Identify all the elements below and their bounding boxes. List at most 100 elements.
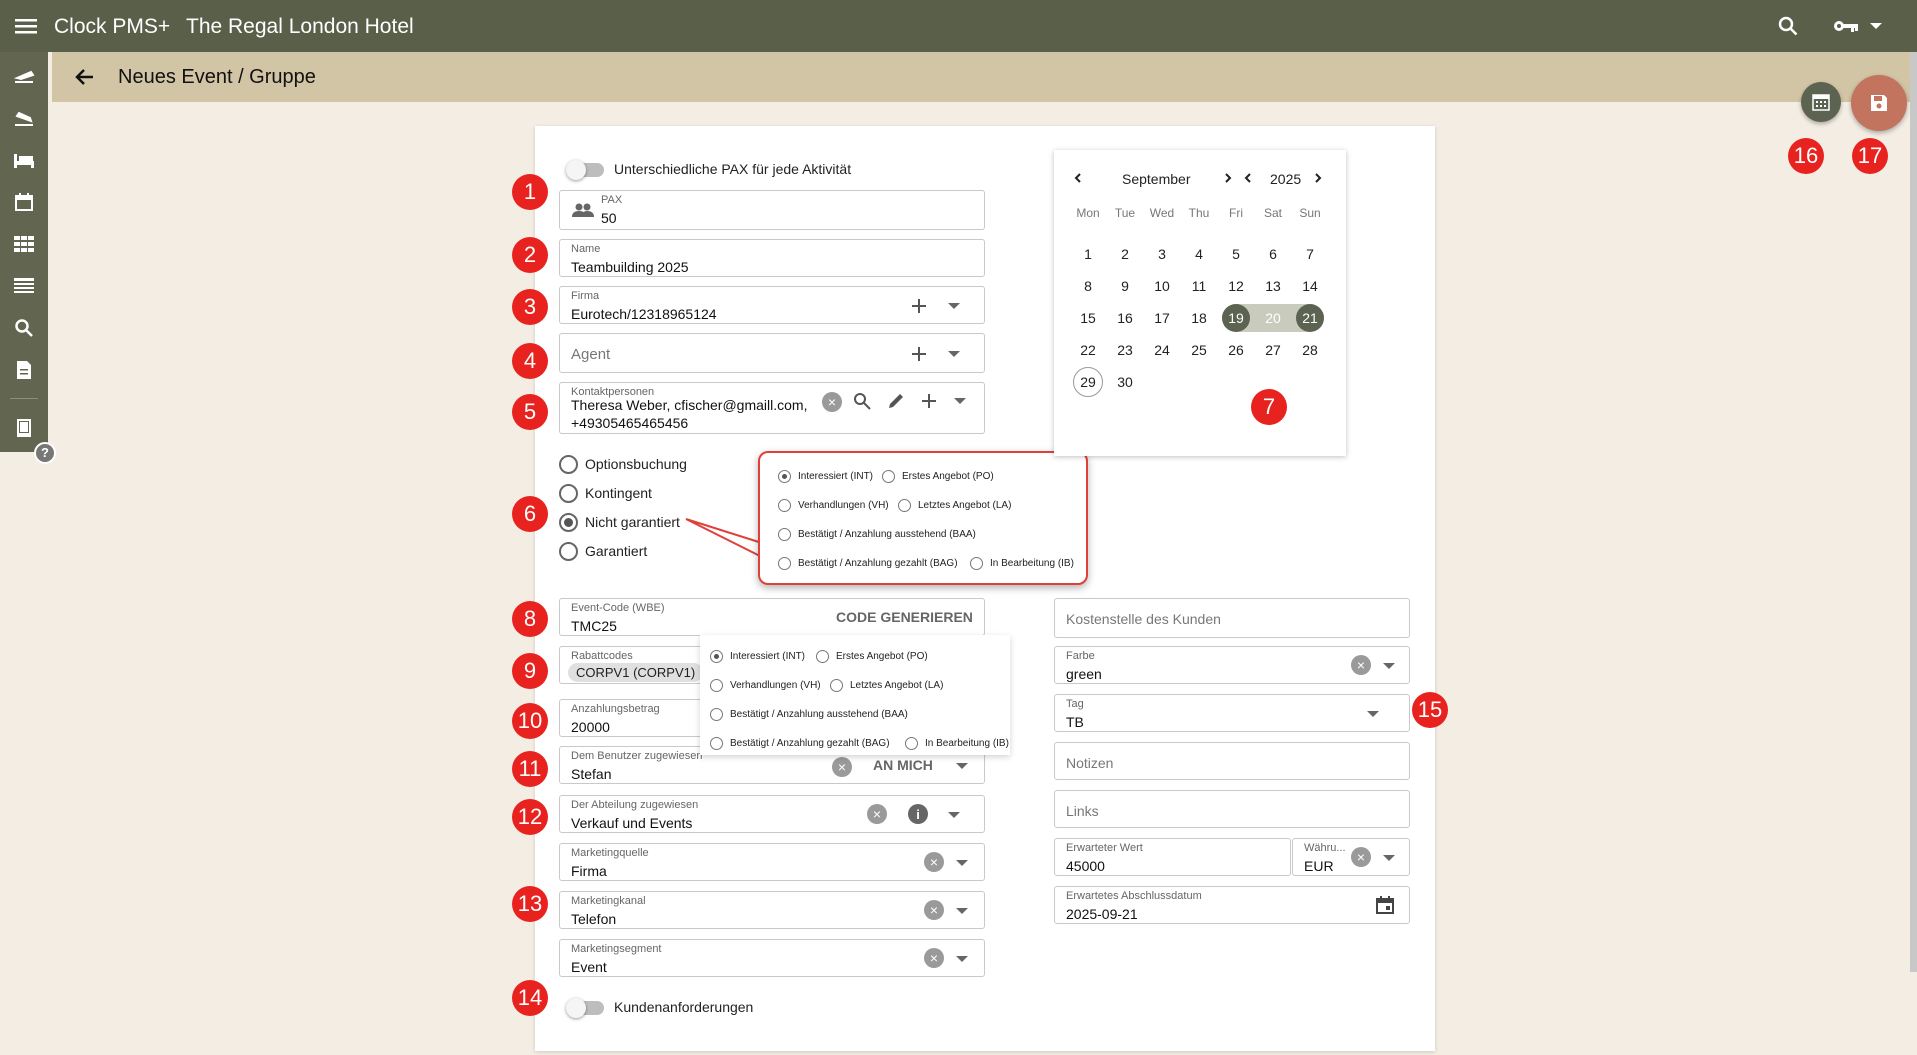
name-field[interactable]: Name Teambuilding 2025	[559, 239, 985, 277]
farbe-field[interactable]: Farbe green ×	[1054, 646, 1410, 684]
info-icon[interactable]: i	[908, 804, 928, 824]
firma-dropdown-icon[interactable]	[946, 301, 962, 311]
calendar-day-17[interactable]: 17	[1146, 302, 1178, 334]
calendar-day-15[interactable]: 15	[1072, 302, 1104, 334]
next-month-icon[interactable]	[1222, 172, 1234, 184]
farbe-dropdown-icon[interactable]	[1381, 661, 1397, 671]
calendar-day-3[interactable]: 3	[1146, 238, 1178, 270]
calendar-fab-button[interactable]	[1801, 82, 1841, 122]
marketingsegment-field[interactable]: Marketingsegment Event ×	[559, 939, 985, 977]
calendar-day-19[interactable]: 19	[1222, 304, 1250, 332]
tag-dropdown-icon[interactable]	[1365, 709, 1381, 719]
clear-farbe-icon[interactable]: ×	[1351, 655, 1371, 675]
calendar-day-18[interactable]: 18	[1183, 302, 1215, 334]
prev-year-icon[interactable]	[1242, 172, 1254, 184]
bed-icon[interactable]	[10, 146, 38, 174]
status-bag-radio[interactable]	[778, 557, 791, 570]
pax-per-activity-toggle[interactable]	[566, 160, 604, 180]
date-picker-icon[interactable]	[1375, 895, 1395, 915]
calendar-day-30[interactable]: 30	[1109, 366, 1141, 398]
benutzer-dropdown-icon[interactable]	[954, 761, 970, 771]
arrivals-icon[interactable]	[10, 62, 38, 90]
kundenanforderungen-toggle[interactable]	[566, 998, 604, 1018]
kontaktpersonen-field[interactable]: Kontaktpersonen Theresa Weber, cfischer@…	[559, 382, 985, 434]
calendar-day-14[interactable]: 14	[1294, 270, 1326, 302]
calendar-day-1[interactable]: 1	[1072, 238, 1104, 270]
popup-ib-radio[interactable]	[905, 737, 918, 750]
abteilung-field[interactable]: Der Abteilung zugewiesen Verkauf und Eve…	[559, 795, 985, 833]
add-kontakt-icon[interactable]	[920, 392, 938, 410]
firma-field[interactable]: Firma Eurotech/12318965124	[559, 286, 985, 324]
booking-type-garantiert-radio[interactable]	[559, 542, 578, 561]
calendar-day-13[interactable]: 13	[1257, 270, 1289, 302]
calendar-day-8[interactable]: 8	[1072, 270, 1104, 302]
calendar-day-16[interactable]: 16	[1109, 302, 1141, 334]
add-firma-icon[interactable]	[910, 297, 928, 315]
abteilung-dropdown-icon[interactable]	[946, 810, 962, 820]
booking-type-kontingent-radio[interactable]	[559, 484, 578, 503]
calendar-day-2[interactable]: 2	[1109, 238, 1141, 270]
clear-kontakt-icon[interactable]: ×	[822, 392, 842, 412]
notizen-field[interactable]: Notizen	[1054, 742, 1410, 780]
calendar-day-12[interactable]: 12	[1220, 270, 1252, 302]
account-dropdown-icon[interactable]	[1868, 20, 1884, 32]
calendar-day-6[interactable]: 6	[1257, 238, 1289, 270]
calendar-day-27[interactable]: 27	[1257, 334, 1289, 366]
booking-type-option-radio[interactable]	[559, 455, 578, 474]
waehrung-dropdown-icon[interactable]	[1381, 853, 1397, 863]
popup-int-radio[interactable]	[710, 650, 723, 663]
book-icon[interactable]	[10, 414, 38, 442]
popup-vh-radio[interactable]	[710, 679, 723, 692]
clear-waehrung-icon[interactable]: ×	[1351, 847, 1371, 867]
calendar-day-5[interactable]: 5	[1220, 238, 1252, 270]
clear-abteilung-icon[interactable]: ×	[867, 804, 887, 824]
agent-dropdown-icon[interactable]	[946, 349, 962, 359]
next-year-icon[interactable]	[1312, 172, 1324, 184]
calendar-day-10[interactable]: 10	[1146, 270, 1178, 302]
mquelle-dropdown-icon[interactable]	[954, 858, 970, 868]
mkanal-dropdown-icon[interactable]	[954, 906, 970, 916]
calendar-day-21[interactable]: 21	[1296, 304, 1324, 332]
help-icon[interactable]: ?	[34, 442, 56, 464]
prev-month-icon[interactable]	[1072, 172, 1084, 184]
calendar-day-25[interactable]: 25	[1183, 334, 1215, 366]
save-fab-button[interactable]	[1851, 75, 1907, 131]
popup-la-radio[interactable]	[830, 679, 843, 692]
table-icon[interactable]	[10, 272, 38, 300]
search-kontakt-icon[interactable]	[852, 391, 872, 411]
calendar-month[interactable]: September	[1122, 171, 1190, 187]
departures-icon[interactable]	[10, 104, 38, 132]
generate-code-button[interactable]: CODE GENERIEREN	[836, 609, 973, 625]
pax-field[interactable]: PAX 50	[559, 190, 985, 230]
erwarteter-wert-field[interactable]: Erwarteter Wert 45000	[1054, 838, 1291, 876]
calendar-day-22[interactable]: 22	[1072, 334, 1104, 366]
clear-benutzer-icon[interactable]: ×	[832, 757, 852, 777]
calendar-day-4[interactable]: 4	[1183, 238, 1215, 270]
tag-field[interactable]: Tag TB	[1054, 694, 1410, 732]
calendar-day-26[interactable]: 26	[1220, 334, 1252, 366]
status-po-radio[interactable]	[882, 470, 895, 483]
status-baa-radio[interactable]	[778, 528, 791, 541]
kontakt-dropdown-icon[interactable]	[952, 396, 968, 406]
popup-baa-radio[interactable]	[710, 708, 723, 721]
clear-msegment-icon[interactable]: ×	[924, 948, 944, 968]
rabatt-chip[interactable]: CORPV1 (CORPV1)	[568, 663, 704, 682]
kostenstelle-field[interactable]: Kostenstelle des Kunden	[1054, 598, 1410, 638]
scrollbar[interactable]	[1910, 52, 1917, 972]
calendar-day-23[interactable]: 23	[1109, 334, 1141, 366]
back-arrow-icon[interactable]	[72, 66, 96, 88]
popup-po-radio[interactable]	[816, 650, 829, 663]
status-la-radio[interactable]	[898, 499, 911, 512]
calendar-day-7[interactable]: 7	[1294, 238, 1326, 270]
event-code-field[interactable]: Event-Code (WBE) TMC25 CODE GENERIEREN	[559, 598, 985, 636]
edit-kontakt-icon[interactable]	[886, 391, 906, 411]
menu-icon[interactable]	[14, 14, 38, 38]
search-sidebar-icon[interactable]	[10, 314, 38, 342]
calendar-year[interactable]: 2025	[1270, 171, 1301, 187]
grid-icon[interactable]	[10, 230, 38, 258]
search-icon[interactable]	[1776, 14, 1800, 38]
abschlussdatum-field[interactable]: Erwartetes Abschlussdatum 2025-09-21	[1054, 886, 1410, 924]
status-vh-radio[interactable]	[778, 499, 791, 512]
marketingquelle-field[interactable]: Marketingquelle Firma ×	[559, 843, 985, 881]
popup-bag-radio[interactable]	[710, 737, 723, 750]
